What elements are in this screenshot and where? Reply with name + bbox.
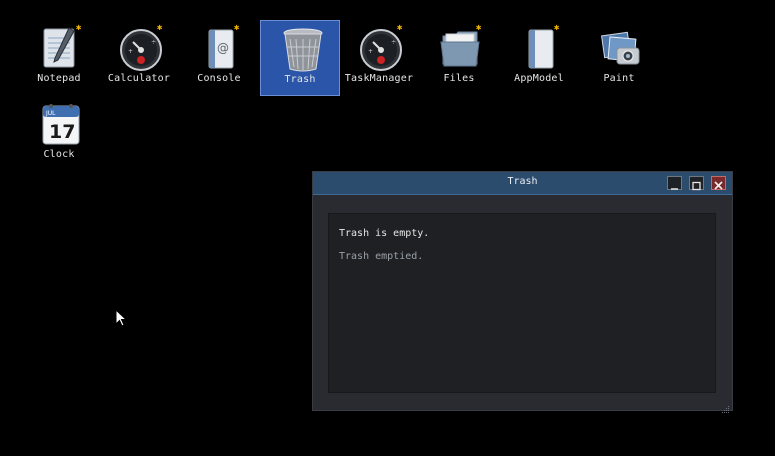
status-message-secondary: Trash emptied. [339, 251, 424, 262]
maximize-button[interactable] [689, 176, 704, 191]
desktop-icon-notepad[interactable]: ✱ Notepad [19, 20, 99, 96]
notepad-icon: ✱ [39, 24, 83, 72]
calculator-icon: + ÷ ✱ [119, 24, 163, 72]
svg-text:÷: ÷ [151, 39, 156, 46]
desktop-icon-paint[interactable]: Paint [579, 20, 659, 96]
desktop-icon-label: TaskManager [344, 73, 414, 84]
desktop-icon-appmodel[interactable]: ✱ AppModel [499, 20, 579, 96]
status-message: Trash is empty. [339, 228, 430, 239]
trash-window[interactable]: Trash Trash is empty. Trash emptied. [312, 171, 733, 413]
desktop-icon-console[interactable]: @ ✱ Console [179, 20, 259, 96]
minimize-icon [671, 188, 678, 190]
folder-icon: ✱ [439, 24, 483, 72]
desktop-icon-label: Paint [603, 73, 635, 84]
trash-content-area: Trash is empty. Trash emptied. [328, 213, 716, 393]
desktop-icon-label: Files [443, 73, 475, 84]
trash-icon [281, 25, 325, 73]
desktop-icon-calculator[interactable]: + ÷ ✱ Calculator [99, 20, 179, 96]
taskmanager-icon: + ÷ ✱ [359, 24, 403, 72]
svg-text:÷: ÷ [391, 39, 396, 46]
close-icon [714, 181, 723, 190]
desktop-icon-label: Clock [43, 149, 75, 160]
window-titlebar[interactable]: Trash [313, 172, 732, 195]
desktop-icon-label: AppModel [514, 73, 564, 84]
svg-text:@: @ [217, 41, 229, 55]
calendar-month: JUL [45, 110, 56, 117]
maximize-icon [692, 181, 701, 191]
mouse-cursor-icon [115, 308, 128, 331]
desktop-icon-clock[interactable]: JUL 17 Clock [19, 96, 99, 172]
close-button[interactable] [711, 176, 726, 190]
desktop-icon-taskmanager[interactable]: + ÷ ✱ TaskManager [339, 20, 419, 96]
svg-text:+: + [128, 48, 133, 55]
desktop-icon-trash[interactable]: Trash [260, 20, 340, 96]
desktop[interactable]: ✱ Notepad + ÷ ✱ Calculator @ ✱ Console T… [0, 0, 775, 456]
desktop-icon-files[interactable]: ✱ Files [419, 20, 499, 96]
calendar-day: 17 [49, 121, 75, 143]
desktop-icon-label: Console [197, 73, 241, 84]
svg-text:+: + [368, 48, 373, 55]
desktop-icon-label: Trash [284, 74, 316, 85]
paint-icon [599, 24, 643, 72]
resize-grip-icon[interactable] [720, 399, 730, 413]
desktop-icon-label: Notepad [37, 73, 81, 84]
desktop-icon-label: Calculator [107, 73, 171, 84]
document-icon: ✱ [519, 24, 563, 72]
minimize-button[interactable] [667, 176, 682, 190]
console-icon: @ ✱ [199, 24, 243, 72]
calendar-icon: JUL 17 [39, 100, 83, 148]
